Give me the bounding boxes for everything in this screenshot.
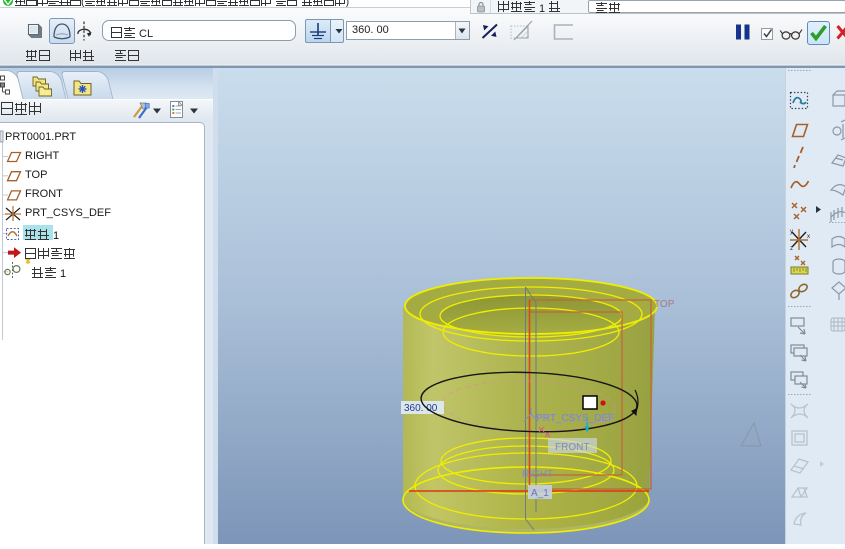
svg-text:FRONT: FRONT	[555, 442, 589, 453]
svg-text:PRT_CSYS_DEF: PRT_CSYS_DEF	[536, 413, 614, 424]
svg-text:y: y	[790, 229, 793, 235]
svg-text:x: x	[807, 234, 810, 240]
svg-text:TOP: TOP	[654, 299, 675, 310]
svg-text:z: z	[790, 246, 793, 252]
svg-text:RIGHT: RIGHT	[522, 469, 553, 480]
svg-text:A_1: A_1	[531, 488, 549, 499]
